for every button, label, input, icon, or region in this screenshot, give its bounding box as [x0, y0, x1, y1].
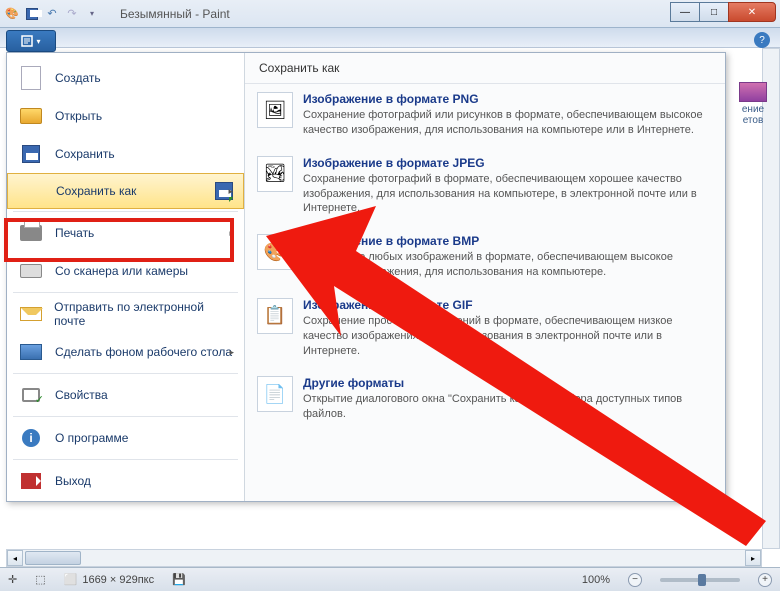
status-cursor-pos: ✛	[8, 573, 17, 586]
titlebar: 🎨 ↶ ↷ ▾ Безымянный - Paint — □ ✕	[0, 0, 780, 28]
menu-item-scanner[interactable]: Со сканера или камеры	[7, 252, 244, 290]
menu-item-properties[interactable]: Свойства	[7, 376, 244, 414]
status-file-size: 💾	[172, 573, 186, 586]
menu-item-new[interactable]: Создать	[7, 59, 244, 97]
menu-item-exit[interactable]: Выход	[7, 462, 244, 500]
desktop-icon	[19, 340, 43, 364]
sub-item-jpeg[interactable]: 🏞 Изображение в формате JPEGСохранение ф…	[245, 148, 725, 227]
sub-item-gif[interactable]: 📋 Изображение в формате GIFСохранение пр…	[245, 290, 725, 369]
status-bar: ✛ ⬚ ⬜1669 × 929пкс 💾 100% − +	[0, 567, 780, 591]
chevron-down-icon: ▾	[36, 37, 40, 46]
jpeg-icon: 🏞	[257, 156, 293, 192]
zoom-thumb[interactable]	[698, 574, 706, 586]
help-icon[interactable]: ?	[754, 32, 770, 48]
folder-icon	[19, 104, 43, 128]
app-icon: 🎨	[4, 6, 20, 22]
menu-separator	[13, 292, 238, 293]
window-controls: — □ ✕	[671, 2, 776, 22]
submenu-title: Сохранить как	[245, 53, 725, 84]
close-button[interactable]: ✕	[728, 2, 776, 22]
zoom-in-button[interactable]: +	[758, 573, 772, 587]
horizontal-scrollbar[interactable]: ◂ ▸	[6, 549, 762, 567]
minimize-button[interactable]: —	[670, 2, 700, 22]
menu-item-email[interactable]: Отправить по электронной почте	[7, 295, 244, 333]
info-icon: i	[19, 426, 43, 450]
file-tab[interactable]: ▾	[6, 30, 56, 52]
menu-separator	[13, 416, 238, 417]
mail-icon	[19, 302, 42, 326]
chevron-right-icon: ▸	[229, 347, 234, 358]
redo-icon[interactable]: ↷	[64, 6, 80, 22]
maximize-button[interactable]: □	[699, 2, 729, 22]
printer-icon	[19, 221, 43, 245]
partial-ribbon-element: ение етов	[734, 82, 772, 118]
menu-item-about[interactable]: iО программе	[7, 419, 244, 457]
scroll-thumb[interactable]	[25, 551, 81, 565]
new-icon	[19, 66, 43, 90]
chevron-right-icon: ▸	[228, 186, 233, 197]
menu-item-save[interactable]: Сохранить	[7, 135, 244, 173]
status-selection: ⬚	[35, 573, 45, 586]
file-menu-dropdown: Создать Открыть Сохранить Сохранить как▸…	[6, 52, 726, 502]
quick-access-toolbar: 🎨 ↶ ↷ ▾	[4, 6, 100, 22]
size-icon: ⬜	[64, 573, 78, 586]
menu-item-print[interactable]: Печать▸	[7, 214, 244, 252]
sub-item-other[interactable]: 📄 Другие форматыОткрытие диалогового окн…	[245, 368, 725, 432]
gif-icon: 📋	[257, 298, 293, 334]
sub-item-bmp[interactable]: 🎨 Изображение в формате BMPСохранение лю…	[245, 226, 725, 290]
scanner-icon	[19, 259, 43, 283]
chevron-right-icon: ▸	[229, 228, 234, 239]
menu-item-open[interactable]: Открыть	[7, 97, 244, 135]
undo-icon[interactable]: ↶	[44, 6, 60, 22]
png-icon: 🖼	[257, 92, 293, 128]
file-menu-left: Создать Открыть Сохранить Сохранить как▸…	[7, 53, 245, 501]
other-format-icon: 📄	[257, 376, 293, 412]
save-icon[interactable]	[24, 6, 40, 22]
menu-item-save-as[interactable]: Сохранить как▸	[7, 173, 244, 209]
zoom-level: 100%	[582, 574, 610, 586]
zoom-slider[interactable]	[660, 578, 740, 582]
disk-icon: 💾	[172, 573, 186, 586]
floppy-icon	[19, 142, 43, 166]
selection-icon: ⬚	[35, 573, 45, 586]
properties-icon	[19, 383, 43, 407]
menu-item-set-desktop[interactable]: Сделать фоном рабочего стола▸	[7, 333, 244, 371]
floppy-arrow-icon	[20, 179, 44, 203]
ribbon-area	[0, 28, 780, 48]
scroll-left-button[interactable]: ◂	[7, 550, 23, 566]
bmp-icon: 🎨	[257, 234, 293, 270]
save-as-submenu: Сохранить как 🖼 Изображение в формате PN…	[245, 53, 725, 501]
menu-separator	[13, 459, 238, 460]
qat-dropdown-icon[interactable]: ▾	[84, 6, 100, 22]
zoom-out-button[interactable]: −	[628, 573, 642, 587]
sub-item-png[interactable]: 🖼 Изображение в формате PNGСохранение фо…	[245, 84, 725, 148]
exit-icon	[19, 469, 43, 493]
scroll-right-button[interactable]: ▸	[745, 550, 761, 566]
menu-separator	[13, 373, 238, 374]
menu-separator	[13, 211, 238, 212]
status-canvas-size: ⬜1669 × 929пкс	[64, 573, 154, 586]
cursor-icon: ✛	[8, 573, 17, 586]
window-title: Безымянный - Paint	[120, 7, 230, 21]
